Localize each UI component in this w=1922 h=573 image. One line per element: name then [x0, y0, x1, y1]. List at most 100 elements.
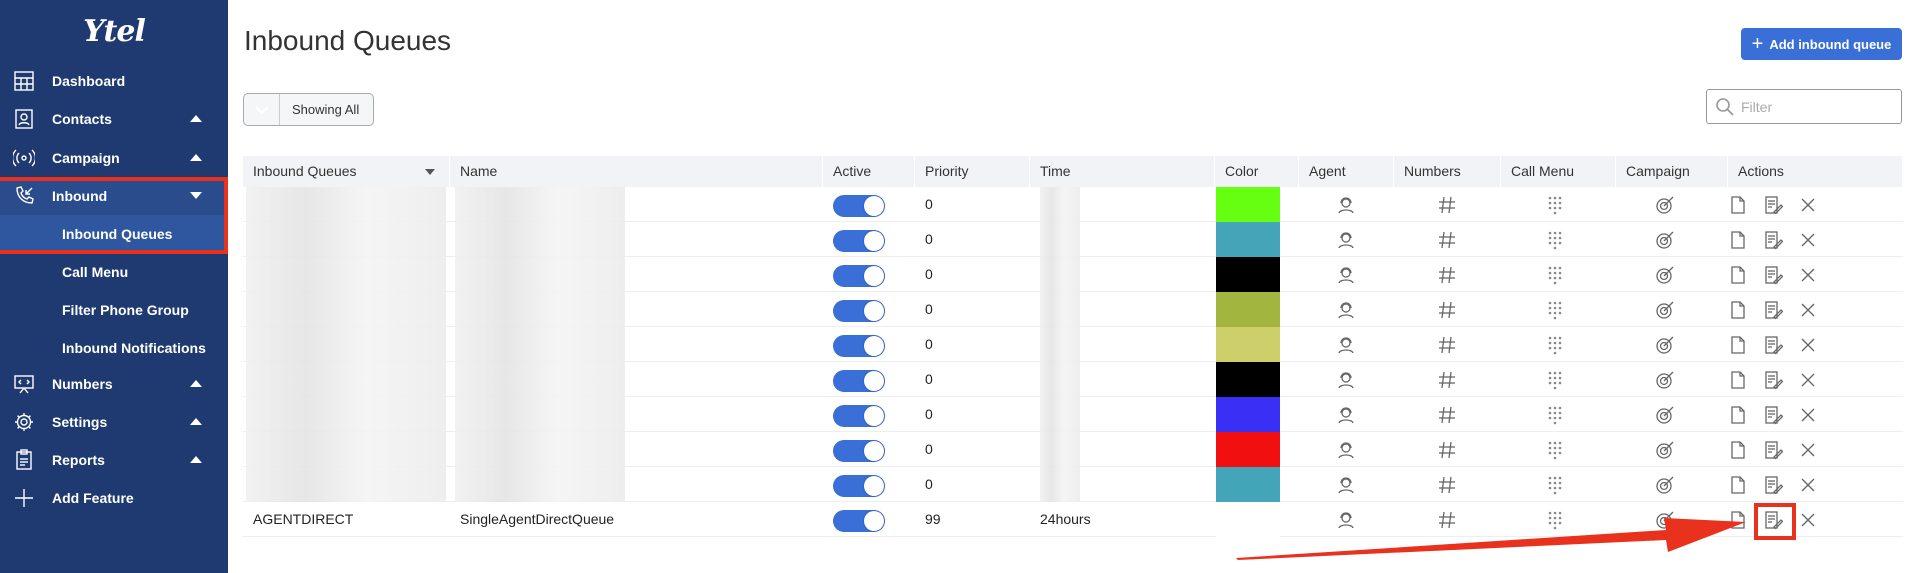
edit-icon[interactable]: [1763, 300, 1784, 320]
edit-icon[interactable]: [1763, 195, 1784, 215]
target-icon[interactable]: [1655, 195, 1675, 215]
dialpad-icon[interactable]: [1545, 230, 1565, 250]
copy-icon[interactable]: [1728, 440, 1748, 460]
column-header-color[interactable]: Color: [1215, 156, 1299, 187]
hash-icon[interactable]: [1437, 300, 1457, 320]
edit-icon[interactable]: [1763, 440, 1784, 460]
active-toggle[interactable]: [833, 440, 885, 462]
agent-icon[interactable]: [1336, 300, 1356, 320]
target-icon[interactable]: [1655, 405, 1675, 425]
column-header-priority[interactable]: Priority: [915, 156, 1030, 187]
agent-icon[interactable]: [1336, 475, 1356, 495]
column-header-active[interactable]: Active: [823, 156, 915, 187]
agent-icon[interactable]: [1336, 370, 1356, 390]
copy-icon[interactable]: [1728, 265, 1748, 285]
hash-icon[interactable]: [1437, 440, 1457, 460]
sidebar-item-dashboard[interactable]: Dashboard: [0, 62, 228, 100]
dialpad-icon[interactable]: [1545, 265, 1565, 285]
dialpad-icon[interactable]: [1545, 300, 1565, 320]
caret-up-icon[interactable]: [190, 456, 202, 463]
agent-icon[interactable]: [1336, 335, 1356, 355]
close-icon[interactable]: [1798, 230, 1818, 250]
sidebar-item-numbers[interactable]: Numbers: [0, 365, 228, 403]
sidebar-item-reports[interactable]: Reports: [0, 441, 228, 479]
active-toggle[interactable]: [833, 370, 885, 392]
ytel-logo[interactable]: Ytel: [0, 0, 228, 62]
showing-all-dropdown[interactable]: Showing All: [243, 93, 374, 126]
hash-icon[interactable]: [1437, 370, 1457, 390]
target-icon[interactable]: [1655, 335, 1675, 355]
dialpad-icon[interactable]: [1545, 335, 1565, 355]
dialpad-icon[interactable]: [1545, 195, 1565, 215]
filter-input[interactable]: [1741, 98, 1891, 115]
close-icon[interactable]: [1798, 510, 1818, 530]
caret-up-icon[interactable]: [190, 418, 202, 425]
hash-icon[interactable]: [1437, 475, 1457, 495]
copy-icon[interactable]: [1728, 195, 1748, 215]
dialpad-icon[interactable]: [1545, 370, 1565, 390]
dialpad-icon[interactable]: [1545, 405, 1565, 425]
active-toggle[interactable]: [833, 335, 885, 357]
copy-icon[interactable]: [1728, 335, 1748, 355]
close-icon[interactable]: [1798, 405, 1818, 425]
sidebar-item-campaign[interactable]: Campaign: [0, 139, 228, 177]
target-icon[interactable]: [1655, 440, 1675, 460]
hash-icon[interactable]: [1437, 230, 1457, 250]
add-inbound-queue-button[interactable]: + Add inbound queue: [1741, 28, 1902, 60]
edit-icon[interactable]: [1763, 265, 1784, 285]
close-icon[interactable]: [1798, 265, 1818, 285]
active-toggle[interactable]: [833, 475, 885, 497]
edit-icon[interactable]: [1763, 335, 1784, 355]
target-icon[interactable]: [1655, 230, 1675, 250]
hash-icon[interactable]: [1437, 405, 1457, 425]
agent-icon[interactable]: [1336, 265, 1356, 285]
active-toggle[interactable]: [833, 230, 885, 252]
target-icon[interactable]: [1655, 265, 1675, 285]
column-header-name[interactable]: Name: [450, 156, 823, 187]
column-header-campaign[interactable]: Campaign: [1616, 156, 1728, 187]
copy-icon[interactable]: [1728, 230, 1748, 250]
active-toggle[interactable]: [833, 300, 885, 322]
close-icon[interactable]: [1798, 475, 1818, 495]
hash-icon[interactable]: [1437, 195, 1457, 215]
sidebar-subitem-inbound-notifications[interactable]: Inbound Notifications: [0, 329, 228, 367]
column-header-agent[interactable]: Agent: [1299, 156, 1394, 187]
edit-icon[interactable]: [1763, 230, 1784, 250]
filter-field[interactable]: [1706, 89, 1902, 124]
copy-icon[interactable]: [1728, 405, 1748, 425]
sidebar-item-contacts[interactable]: Contacts: [0, 100, 228, 138]
sidebar-subitem-call-menu[interactable]: Call Menu: [0, 253, 228, 291]
agent-icon[interactable]: [1336, 405, 1356, 425]
close-icon[interactable]: [1798, 300, 1818, 320]
target-icon[interactable]: [1655, 475, 1675, 495]
caret-up-icon[interactable]: [190, 115, 202, 122]
caret-up-icon[interactable]: [190, 154, 202, 161]
active-toggle[interactable]: [833, 195, 885, 217]
sort-down-icon[interactable]: [425, 169, 435, 175]
column-header-time[interactable]: Time: [1030, 156, 1215, 187]
close-icon[interactable]: [1798, 440, 1818, 460]
sidebar-item-add-feature[interactable]: Add Feature: [0, 479, 228, 517]
copy-icon[interactable]: [1728, 370, 1748, 390]
edit-icon[interactable]: [1763, 405, 1784, 425]
edit-icon[interactable]: [1763, 475, 1784, 495]
close-icon[interactable]: [1798, 195, 1818, 215]
close-icon[interactable]: [1798, 335, 1818, 355]
active-toggle[interactable]: [833, 510, 885, 532]
active-toggle[interactable]: [833, 265, 885, 287]
column-header-inbound-queues[interactable]: Inbound Queues: [243, 156, 450, 187]
target-icon[interactable]: [1655, 370, 1675, 390]
copy-icon[interactable]: [1728, 300, 1748, 320]
sidebar-subitem-filter-phone-group[interactable]: Filter Phone Group: [0, 291, 228, 329]
dialpad-icon[interactable]: [1545, 440, 1565, 460]
agent-icon[interactable]: [1336, 440, 1356, 460]
hash-icon[interactable]: [1437, 265, 1457, 285]
agent-icon[interactable]: [1336, 195, 1356, 215]
sidebar-item-settings[interactable]: Settings: [0, 403, 228, 441]
caret-up-icon[interactable]: [190, 380, 202, 387]
agent-icon[interactable]: [1336, 230, 1356, 250]
hash-icon[interactable]: [1437, 335, 1457, 355]
column-header-numbers[interactable]: Numbers: [1394, 156, 1501, 187]
active-toggle[interactable]: [833, 405, 885, 427]
column-header-call-menu[interactable]: Call Menu: [1501, 156, 1616, 187]
